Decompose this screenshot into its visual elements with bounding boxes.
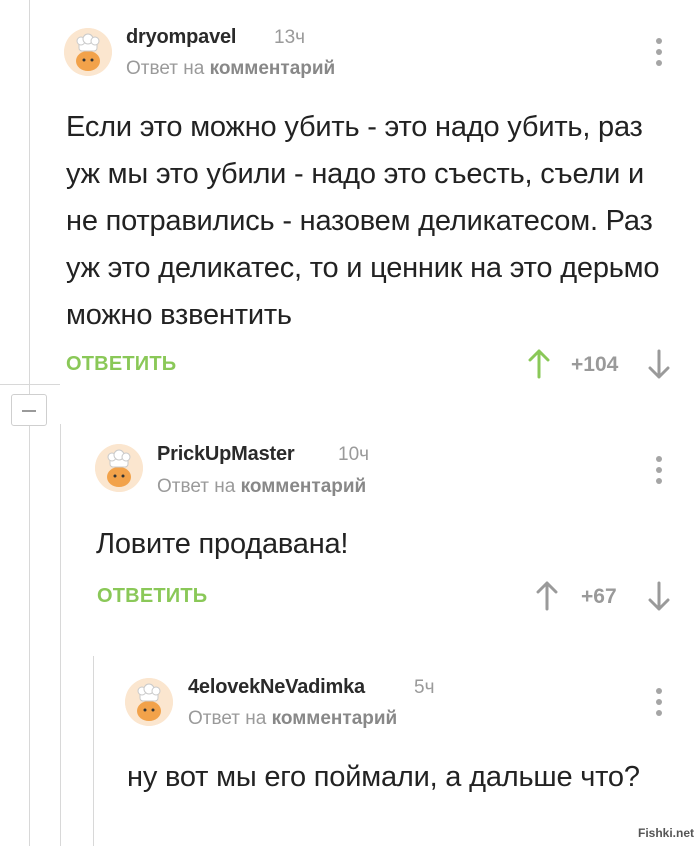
comment-text: Ловите продавана!	[96, 528, 349, 560]
reply-to-prefix: Ответ на	[188, 708, 267, 729]
avatar[interactable]	[95, 444, 143, 492]
more-menu-icon[interactable]	[654, 456, 664, 488]
thread-line-root-lower	[29, 426, 30, 846]
avatar[interactable]	[125, 678, 173, 726]
upvote-arrow-icon[interactable]	[528, 349, 550, 379]
reply-to-link[interactable]: комментарий	[241, 476, 367, 497]
reply-button[interactable]: ОТВЕТИТЬ	[66, 353, 176, 376]
reply-button[interactable]: ОТВЕТИТЬ	[97, 585, 207, 608]
reply-to-label: Ответ на комментарий	[188, 708, 397, 730]
author-name[interactable]: dryompavel	[126, 26, 236, 49]
chef-avatar-icon	[125, 678, 173, 726]
downvote-arrow-icon[interactable]	[648, 349, 670, 379]
thread-connector	[0, 384, 60, 385]
downvote-arrow-icon[interactable]	[648, 581, 670, 611]
upvote-arrow-icon[interactable]	[536, 581, 558, 611]
collapse-thread-button[interactable]	[11, 394, 47, 426]
chef-avatar-icon	[95, 444, 143, 492]
comment-time: 5ч	[414, 677, 435, 698]
reply-to-prefix: Ответ на	[126, 58, 205, 79]
author-name[interactable]: 4elovekNeVadimka	[188, 676, 365, 699]
watermark: Fishki.net	[637, 826, 694, 840]
reply-to-label: Ответ на комментарий	[126, 58, 335, 80]
comment-time: 10ч	[338, 444, 370, 465]
score: +104	[571, 353, 619, 376]
comment-text: ну вот мы его поймали, а дальше что?	[127, 761, 640, 793]
thread-line-level-3	[93, 656, 94, 846]
more-menu-icon[interactable]	[654, 38, 664, 70]
thread-line-level-2	[60, 424, 61, 846]
reply-to-label: Ответ на комментарий	[157, 476, 366, 498]
thread-line-root	[29, 0, 30, 394]
more-menu-icon[interactable]	[654, 688, 664, 720]
avatar[interactable]	[64, 28, 112, 76]
reply-to-prefix: Ответ на	[157, 476, 236, 497]
reply-to-link[interactable]: комментарий	[210, 58, 336, 79]
chef-avatar-icon	[64, 28, 112, 76]
author-name[interactable]: PrickUpMaster	[157, 443, 295, 466]
reply-to-link[interactable]: комментарий	[272, 708, 398, 729]
comment-text: Если это можно убить - это надо убить, р…	[66, 111, 660, 331]
comment-time: 13ч	[274, 27, 306, 48]
score: +67	[581, 585, 617, 608]
